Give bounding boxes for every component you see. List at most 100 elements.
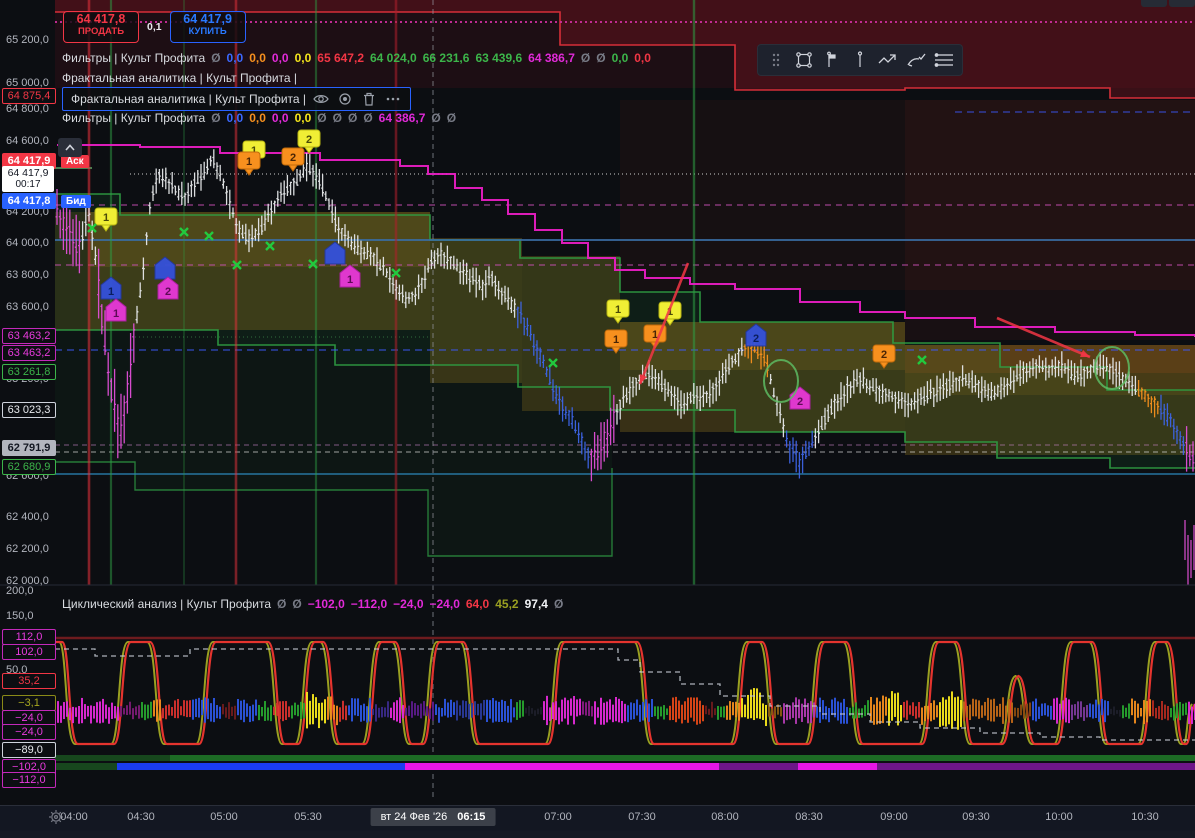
- time-label: 08:00: [711, 811, 739, 823]
- time-label: 07:30: [628, 811, 656, 823]
- legend-value: 0,0: [295, 111, 312, 125]
- drag-handle-icon[interactable]: [764, 48, 788, 72]
- legend-value: Ø: [317, 111, 326, 125]
- legend-row-0[interactable]: Фильтры | Культ ПрофитаØ0,00,00,00,065 6…: [62, 49, 651, 67]
- oscillator-value: −112,0: [351, 597, 387, 611]
- price-label: 62 680,9: [2, 459, 56, 475]
- buy-button[interactable]: 64 417,9 КУПИТЬ: [170, 11, 246, 43]
- sell-price: 64 417,8: [64, 12, 138, 27]
- time-label: 08:30: [795, 811, 823, 823]
- legend-value: 64 024,0: [370, 51, 417, 65]
- price-label: 62 400,0: [6, 511, 49, 523]
- countdown-box: 64 417,9 00:17: [2, 166, 54, 192]
- price-label: −3,1: [2, 695, 56, 711]
- trade-panel: 64 417,8 ПРОДАТЬ 0,1 64 417,9 КУПИТЬ: [63, 11, 246, 43]
- legend-value: 0,0: [295, 51, 312, 65]
- oscillator-value: −24,0: [393, 597, 423, 611]
- eye-icon[interactable]: [312, 92, 330, 106]
- bid-chip: Бид: [61, 195, 91, 208]
- time-axis[interactable]: 04:0004:3005:0005:3007:0007:3008:0008:30…: [0, 805, 1195, 831]
- legend-row-1[interactable]: Фрактальная аналитика | Культ Профита |: [62, 69, 297, 87]
- price-label: 62 791,9: [2, 440, 56, 456]
- legend-value: Ø: [431, 111, 440, 125]
- rectangle-tool-icon[interactable]: [792, 48, 816, 72]
- time-label: 10:00: [1045, 811, 1073, 823]
- trend-arrow-tool-icon[interactable]: [876, 48, 900, 72]
- window-control-partial[interactable]: [1169, 0, 1195, 7]
- legend-value: 66 231,6: [423, 51, 470, 65]
- price-label: 63 463,2: [2, 345, 56, 361]
- oscillator-legend-row[interactable]: Циклический анализ | Культ Профита ØØ−10…: [62, 595, 569, 613]
- osc-red-curve: [55, 642, 1195, 744]
- price-label: 64 875,4: [2, 88, 56, 104]
- legend-value: Ø: [333, 111, 342, 125]
- oscillator-value: 45,2: [495, 597, 518, 611]
- pattern-lines-tool-icon[interactable]: [932, 48, 956, 72]
- oscillator-value: Ø: [554, 597, 563, 611]
- price-label: 102,0: [2, 644, 56, 660]
- legend-value: Ø: [596, 51, 605, 65]
- svg-text:1: 1: [113, 308, 119, 320]
- time-label: 09:00: [880, 811, 908, 823]
- time-label: 05:30: [294, 811, 322, 823]
- price-label: 63 800,0: [6, 269, 49, 281]
- price-label: 65 200,0: [6, 34, 49, 46]
- legend-value: 63 439,6: [475, 51, 522, 65]
- svg-text:1: 1: [613, 334, 619, 346]
- price-label: 63 023,3: [2, 402, 56, 418]
- svg-text:2: 2: [797, 396, 803, 408]
- buy-label: КУПИТЬ: [171, 27, 245, 37]
- price-label: −89,0: [2, 742, 56, 758]
- vertical-line-tool-icon[interactable]: [848, 48, 872, 72]
- legend-row-3[interactable]: Фильтры | Культ ПрофитаØ0,00,00,00,0ØØØØ…: [62, 109, 456, 127]
- svg-text:2: 2: [306, 134, 312, 146]
- crosshair-time: 06:15: [457, 811, 485, 823]
- svg-text:2: 2: [165, 286, 171, 298]
- trash-icon[interactable]: [360, 92, 378, 106]
- legend-row-title: Фильтры | Культ Профита: [62, 51, 205, 65]
- time-label: 04:00: [60, 811, 88, 823]
- collapse-legend-button[interactable]: [58, 138, 82, 157]
- svg-text:1: 1: [246, 156, 252, 168]
- window-control-partial[interactable]: [1141, 0, 1167, 7]
- sell-button[interactable]: 64 417,8 ПРОДАТЬ: [63, 11, 139, 43]
- more-icon[interactable]: [384, 92, 402, 106]
- oscillator-value: Ø: [292, 597, 301, 611]
- brush-tool-icon[interactable]: [904, 48, 928, 72]
- legend-value: 64 386,7: [379, 111, 426, 125]
- legend-value: 64 386,7: [528, 51, 575, 65]
- oscillator-values: ØØ−102,0−112,0−24,0−24,064,045,297,4Ø: [277, 595, 569, 613]
- price-label: 64 800,0: [6, 103, 49, 115]
- legend-value: 65 647,2: [317, 51, 364, 65]
- oscillator-value: 64,0: [466, 597, 489, 611]
- spread-value: 0,1: [147, 21, 162, 33]
- oscillator-value: Ø: [277, 597, 286, 611]
- target-icon[interactable]: [336, 92, 354, 106]
- countdown-price: 64 417,9: [2, 167, 54, 179]
- sell-label: ПРОДАТЬ: [64, 27, 138, 37]
- trading-platform: 1121112112121212 65 200,065 000,064 875,…: [0, 0, 1195, 838]
- countdown-time: 00:17: [2, 179, 54, 191]
- long-position-tool-icon[interactable]: [820, 48, 844, 72]
- legend-value: Ø: [581, 51, 590, 65]
- price-label: 63 463,2: [2, 328, 56, 344]
- svg-text:1: 1: [347, 274, 353, 286]
- legend-value: Ø: [363, 111, 372, 125]
- legend-row-title: Фрактальная аналитика | Культ Профита |: [62, 71, 297, 85]
- time-label: 05:00: [210, 811, 238, 823]
- price-label: −24,0: [2, 724, 56, 740]
- legend-value: Ø: [447, 111, 456, 125]
- legend-row-title: Фильтры | Культ Профита: [62, 111, 205, 125]
- legend-value: 0,0: [612, 51, 629, 65]
- osc-olive-curve: [52, 642, 1192, 744]
- oscillator-value: −24,0: [430, 597, 460, 611]
- legend-value: Ø: [211, 111, 220, 125]
- legend-row-2[interactable]: Фрактальная аналитика | Культ Профита |: [62, 87, 411, 111]
- oscillator-value: −102,0: [308, 597, 345, 611]
- time-label: 04:30: [127, 811, 155, 823]
- svg-text:1: 1: [615, 304, 621, 316]
- legend-value: 0,0: [227, 111, 244, 125]
- svg-text:1: 1: [103, 212, 109, 224]
- price-label: 150,0: [6, 610, 34, 622]
- oscillator-title: Циклический анализ | Культ Профита: [62, 597, 271, 611]
